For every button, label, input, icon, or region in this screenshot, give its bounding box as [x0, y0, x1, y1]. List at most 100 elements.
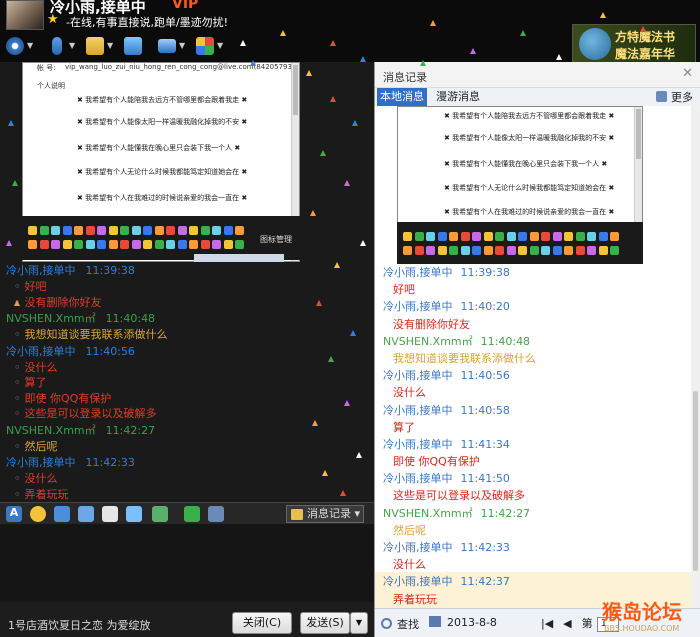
emoji-icon[interactable]	[403, 232, 412, 241]
camera-button[interactable]: ▼	[6, 36, 40, 56]
emoji-icon[interactable]	[143, 240, 152, 249]
emoji-icon[interactable]	[529, 246, 539, 255]
emoji-icon[interactable]	[529, 232, 539, 241]
emoji-icon[interactable]	[51, 240, 60, 249]
avatar[interactable]	[6, 0, 44, 30]
emoji-icon[interactable]	[131, 226, 141, 235]
emoji-icon[interactable]	[235, 226, 244, 235]
add-chat-button[interactable]	[124, 36, 146, 56]
emoji-icon[interactable]	[414, 246, 424, 255]
sender-name[interactable]: NVSHEN.Xmm㎡	[383, 335, 473, 348]
close-button[interactable]: 关闭(C)	[232, 612, 292, 634]
emoji-icon[interactable]	[472, 232, 481, 241]
emoji-icon[interactable]	[541, 232, 550, 241]
history-button[interactable]: 消息记录 ▾	[286, 505, 364, 523]
emoji-icon[interactable]	[426, 246, 435, 255]
emoji-icon[interactable]	[85, 226, 95, 235]
shake-icon[interactable]	[54, 506, 70, 522]
emoji-icon[interactable]	[189, 240, 198, 249]
scroll-thumb[interactable]	[693, 391, 698, 571]
emoji-icon[interactable]	[200, 226, 210, 235]
image-icon[interactable]	[152, 506, 168, 522]
emoji-icon[interactable]	[177, 240, 187, 249]
emoji-icon[interactable]	[564, 246, 573, 255]
emoji-icon[interactable]	[610, 232, 619, 241]
apps-button[interactable]: ▼	[196, 36, 230, 56]
mic-icon[interactable]	[102, 506, 118, 522]
ad-banner[interactable]: 方特魔法书 魔法嘉年华	[572, 24, 696, 64]
emoji-icon[interactable]	[28, 226, 37, 235]
emoji-icon[interactable]	[97, 226, 106, 235]
voice-message-icon[interactable]	[78, 506, 94, 522]
sender-name[interactable]: 冷小雨,接单中	[6, 456, 76, 469]
emoji-icon[interactable]	[74, 240, 83, 249]
tab-local[interactable]: 本地消息	[377, 88, 427, 106]
sender-name[interactable]: 冷小雨,接单中	[383, 575, 453, 588]
close-icon[interactable]: ✕	[682, 66, 693, 81]
emoji-icon[interactable]	[120, 226, 129, 235]
history-scrollbar[interactable]	[691, 106, 700, 609]
sender-name[interactable]: NVSHEN.Xmm㎡	[6, 424, 96, 437]
emoji-icon[interactable]	[552, 246, 562, 255]
emoji-icon[interactable]	[403, 246, 412, 255]
screen-share-button[interactable]: ▼	[158, 36, 192, 56]
message-input[interactable]	[0, 524, 374, 602]
emoji-icon[interactable]	[460, 232, 470, 241]
emoji-icon[interactable]	[212, 226, 221, 235]
emoji-icon[interactable]	[85, 240, 95, 249]
emoji-icon[interactable]	[39, 226, 49, 235]
first-page-icon[interactable]: |◀	[541, 617, 553, 630]
emoji-icon[interactable]	[166, 240, 175, 249]
sender-name[interactable]: 冷小雨,接单中	[383, 404, 453, 417]
emoji-icon[interactable]	[426, 232, 435, 241]
sender-name[interactable]: 冷小雨,接单中	[383, 541, 453, 554]
emoji-icon[interactable]	[108, 226, 118, 235]
emoji-icon[interactable]	[495, 232, 504, 241]
sender-name[interactable]: NVSHEN.Xmm㎡	[383, 507, 473, 520]
emoji-icon[interactable]	[120, 240, 129, 249]
more-button[interactable]: 更多	[656, 89, 693, 105]
tab-roaming[interactable]: 漫游消息	[433, 88, 483, 106]
emoji-icon[interactable]	[483, 232, 493, 241]
emoji-icon[interactable]	[541, 246, 550, 255]
sender-name[interactable]: NVSHEN.Xmm㎡	[6, 312, 96, 325]
sender-name[interactable]: 冷小雨,接单中	[383, 438, 453, 451]
emoji-icon[interactable]	[483, 246, 493, 255]
emoji-icon[interactable]	[97, 240, 106, 249]
screenshot-icon[interactable]	[126, 506, 142, 522]
emoji-icon[interactable]	[131, 240, 141, 249]
font-icon[interactable]: A	[6, 506, 22, 522]
emoji-icon[interactable]	[154, 240, 164, 249]
emoji-icon[interactable]	[143, 226, 152, 235]
send-button[interactable]: 发送(S)	[300, 612, 350, 634]
emoji-icon[interactable]	[518, 232, 527, 241]
emoji-icon[interactable]	[189, 226, 198, 235]
emoji-icon[interactable]	[223, 226, 233, 235]
emoji-icon[interactable]	[506, 246, 516, 255]
emoji-icon[interactable]	[587, 246, 596, 255]
emoji-icon[interactable]	[200, 240, 210, 249]
emoji-icon[interactable]	[414, 232, 424, 241]
emoji-icon[interactable]	[166, 226, 175, 235]
microphone-button[interactable]: ▼	[48, 36, 82, 56]
emoji-icon[interactable]	[39, 240, 49, 249]
emoji-icon[interactable]	[472, 246, 481, 255]
sender-name[interactable]: 冷小雨,接单中	[6, 345, 76, 358]
emoji-icon[interactable]	[449, 232, 458, 241]
file-transfer-button[interactable]: ▼	[86, 36, 120, 56]
emoji-icon[interactable]	[62, 226, 72, 235]
search-button[interactable]: 查找	[381, 616, 419, 632]
emoji-icon[interactable]	[30, 506, 46, 522]
date-picker[interactable]: 2013-8-8	[429, 616, 497, 629]
prev-page-icon[interactable]: ◀	[563, 617, 571, 630]
emoji-icon[interactable]	[212, 240, 221, 249]
emoji-icon[interactable]	[598, 232, 608, 241]
emoji-icon[interactable]	[223, 240, 233, 249]
emoji-icon[interactable]	[552, 232, 562, 241]
sender-name[interactable]: 冷小雨,接单中	[6, 264, 76, 277]
emoji-icon[interactable]	[460, 246, 470, 255]
emoji-icon[interactable]	[74, 226, 83, 235]
emoji-icon[interactable]	[564, 232, 573, 241]
emoji-icon[interactable]	[28, 240, 37, 249]
emoji-icon[interactable]	[575, 232, 585, 241]
